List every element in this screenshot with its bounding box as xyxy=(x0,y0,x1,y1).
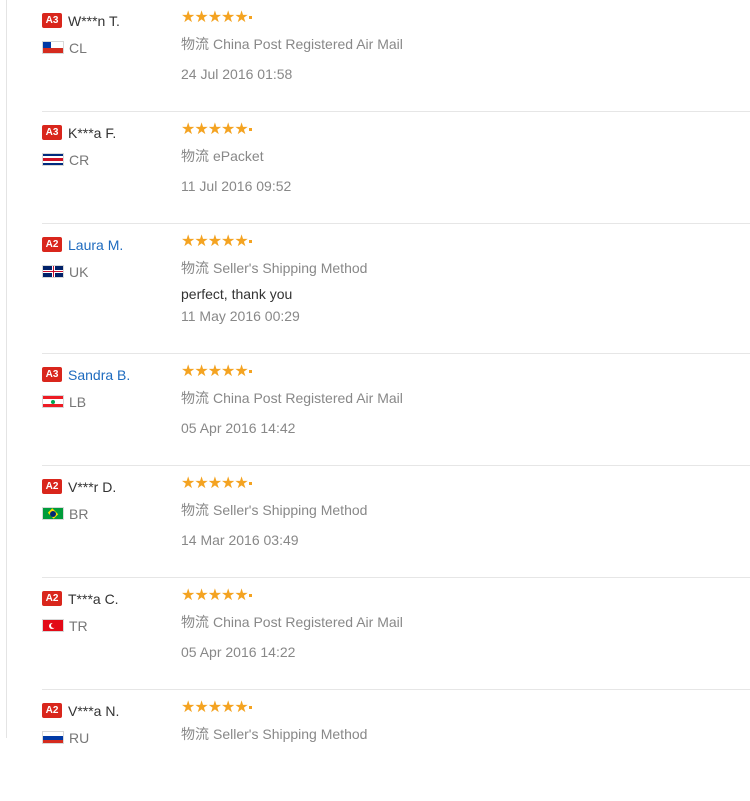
shipping-method: 物流 China Post Registered Air Mail xyxy=(181,34,741,54)
review-detail: ★★★★★ 物流 Seller's Shipping Method 14 Mar … xyxy=(181,476,741,549)
buyer-name: T***a C. xyxy=(68,590,119,607)
buyer-info: A2 Laura M. UK xyxy=(42,236,172,280)
logistics-label: 物流 xyxy=(181,614,209,630)
review-item: A2 T***a C. TR ★★★★★ 物流 China Post Registe… xyxy=(42,578,750,690)
review-date: 11 May 2016 00:29 xyxy=(181,308,300,324)
star-rating: ★★★★★ xyxy=(181,364,741,380)
buyer-level-badge: A3 xyxy=(42,13,62,29)
logistics-label: 物流 xyxy=(181,148,209,164)
star-rating: ★★★★★ xyxy=(181,10,741,26)
review-date: 05 Apr 2016 14:42 xyxy=(181,420,296,436)
review-item: A2 V***a N. RU ★★★★★ 物流 Seller's Shipping … xyxy=(42,690,750,801)
shipping-method: 物流 Seller's Shipping Method xyxy=(181,500,741,520)
review-date: 24 Jul 2016 01:58 xyxy=(181,66,293,82)
buyer-name: W***n T. xyxy=(68,12,120,29)
flag-cl-icon xyxy=(42,41,64,55)
country-code: CL xyxy=(69,39,87,56)
buyer-info: A3 W***n T. CL xyxy=(42,12,172,56)
shipping-method: 物流 Seller's Shipping Method xyxy=(181,258,741,278)
shipping-method-text: Seller's Shipping Method xyxy=(213,260,368,276)
flag-lb-icon xyxy=(42,395,64,409)
star-icon: ★★★★★ xyxy=(181,699,249,716)
star-icon: ★★★★★ xyxy=(181,233,249,250)
shipping-method: 物流 China Post Registered Air Mail xyxy=(181,388,741,408)
review-date: 05 Apr 2016 14:22 xyxy=(181,644,296,660)
buyer-name-link[interactable]: Sandra B. xyxy=(68,367,130,383)
feedback-list: A3 W***n T. CL ★★★★★ 物流 China Post Registe… xyxy=(0,0,750,801)
buyer-level-badge: A3 xyxy=(42,125,62,141)
country-code: CR xyxy=(69,151,90,168)
buyer-level-badge: A2 xyxy=(42,479,62,495)
logistics-label: 物流 xyxy=(181,390,209,406)
buyer-level-badge: A2 xyxy=(42,703,62,719)
country-code: UK xyxy=(69,263,89,280)
buyer-country: RU xyxy=(42,729,172,746)
shipping-method-text: Seller's Shipping Method xyxy=(213,502,368,518)
review-date: 11 Jul 2016 09:52 xyxy=(181,178,292,194)
review-item: A2 V***r D. BR ★★★★★ 物流 Seller's Shipping … xyxy=(42,466,750,578)
shipping-method-text: ePacket xyxy=(213,148,264,164)
review-detail: ★★★★★ 物流 China Post Registered Air Mail 0… xyxy=(181,364,741,437)
review-detail: ★★★★★ 物流 Seller's Shipping Method xyxy=(181,700,741,744)
buyer-name: K***a F. xyxy=(68,124,117,141)
buyer-country: TR xyxy=(42,617,172,634)
review-item: A3 K***a F. CR ★★★★★ 物流 ePacket 11 Jul 201… xyxy=(42,112,750,224)
review-detail: ★★★★★ 物流 Seller's Shipping Method perfect… xyxy=(181,234,741,325)
star-icon: ★★★★★ xyxy=(181,9,249,26)
star-rating: ★★★★★ xyxy=(181,122,741,138)
buyer-country: CL xyxy=(42,39,172,56)
logistics-label: 物流 xyxy=(181,726,209,742)
buyer-country: UK xyxy=(42,263,172,280)
buyer-name: V***r D. xyxy=(68,478,117,495)
star-rating: ★★★★★ xyxy=(181,476,741,492)
country-code: LB xyxy=(69,393,87,410)
review-detail: ★★★★★ 物流 China Post Registered Air Mail 0… xyxy=(181,588,741,661)
shipping-method-text: China Post Registered Air Mail xyxy=(213,36,403,52)
flag-cr-icon xyxy=(42,153,64,167)
shipping-method-text: Seller's Shipping Method xyxy=(213,726,368,742)
review-item: A3 Sandra B. LB ★★★★★ 物流 China Post Regist… xyxy=(42,354,750,466)
star-icon: ★★★★★ xyxy=(181,587,249,604)
review-date: 14 Mar 2016 03:49 xyxy=(181,532,299,548)
buyer-info: A2 V***r D. BR xyxy=(42,478,172,522)
buyer-info: A3 K***a F. CR xyxy=(42,124,172,168)
star-icon: ★★★★★ xyxy=(181,475,249,492)
flag-uk-icon xyxy=(42,265,64,279)
flag-tr-icon xyxy=(42,619,64,633)
buyer-country: CR xyxy=(42,151,172,168)
shipping-method-text: China Post Registered Air Mail xyxy=(213,614,403,630)
buyer-country: BR xyxy=(42,505,172,522)
buyer-level-badge: A2 xyxy=(42,237,62,253)
buyer-info: A2 T***a C. TR xyxy=(42,590,172,634)
country-code: TR xyxy=(69,617,88,634)
country-code: BR xyxy=(69,505,89,522)
shipping-method: 物流 ePacket xyxy=(181,146,741,166)
logistics-label: 物流 xyxy=(181,260,209,276)
star-icon: ★★★★★ xyxy=(181,121,249,138)
shipping-method: 物流 China Post Registered Air Mail xyxy=(181,612,741,632)
flag-br-icon xyxy=(42,507,64,521)
review-detail: ★★★★★ 物流 China Post Registered Air Mail 2… xyxy=(181,10,741,83)
logistics-label: 物流 xyxy=(181,502,209,518)
review-item: A2 Laura M. UK ★★★★★ 物流 Seller's Shipping … xyxy=(42,224,750,354)
shipping-method-text: China Post Registered Air Mail xyxy=(213,390,403,406)
buyer-name-link[interactable]: Laura M. xyxy=(68,237,123,253)
review-detail: ★★★★★ 物流 ePacket 11 Jul 2016 09:52 xyxy=(181,122,741,195)
buyer-name: V***a N. xyxy=(68,702,120,719)
shipping-method: 物流 Seller's Shipping Method xyxy=(181,724,741,744)
star-icon: ★★★★★ xyxy=(181,363,249,380)
star-rating: ★★★★★ xyxy=(181,700,741,716)
review-comment: perfect, thank you xyxy=(181,286,293,302)
buyer-level-badge: A3 xyxy=(42,367,62,383)
review-item: A3 W***n T. CL ★★★★★ 物流 China Post Registe… xyxy=(42,0,750,112)
buyer-level-badge: A2 xyxy=(42,591,62,607)
buyer-country: LB xyxy=(42,393,172,410)
logistics-label: 物流 xyxy=(181,36,209,52)
star-rating: ★★★★★ xyxy=(181,234,741,250)
buyer-info: A3 Sandra B. LB xyxy=(42,366,172,410)
star-rating: ★★★★★ xyxy=(181,588,741,604)
buyer-info: A2 V***a N. RU xyxy=(42,702,172,746)
